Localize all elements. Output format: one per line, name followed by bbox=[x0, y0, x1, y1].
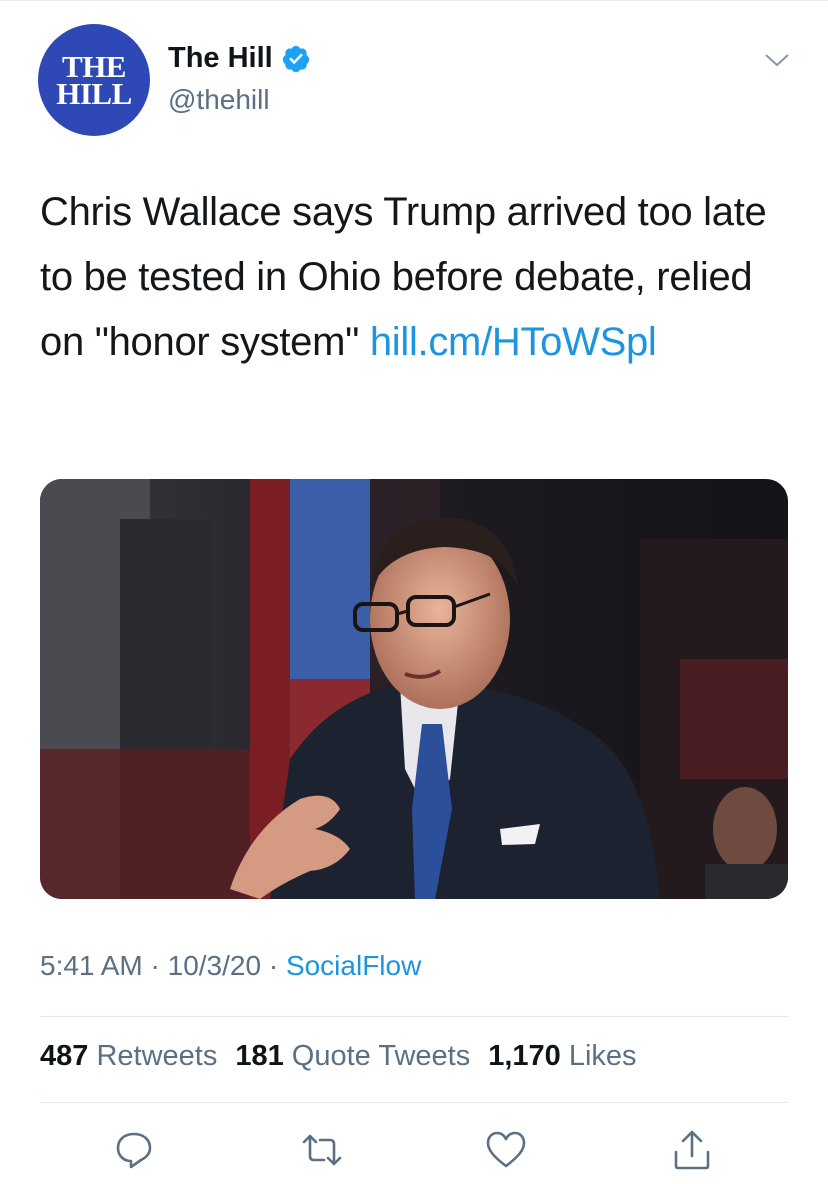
quote-tweets-label: Quote Tweets bbox=[291, 1040, 471, 1072]
likes-label: Likes bbox=[568, 1040, 637, 1072]
photo-image bbox=[40, 479, 788, 899]
top-border bbox=[0, 0, 828, 1]
retweet-icon[interactable] bbox=[300, 1128, 344, 1172]
chevron-down-icon[interactable] bbox=[762, 48, 792, 72]
reply-icon[interactable] bbox=[112, 1128, 156, 1172]
meta-separator: · bbox=[268, 950, 279, 981]
retweets-count: 487 bbox=[40, 1040, 89, 1072]
likes-count: 1,170 bbox=[488, 1040, 561, 1072]
tweet-date[interactable]: 10/3/20 bbox=[168, 950, 261, 981]
quote-tweets-count: 181 bbox=[235, 1040, 284, 1072]
avatar[interactable]: THE HILL bbox=[38, 24, 150, 136]
meta-separator: · bbox=[150, 950, 160, 981]
share-icon[interactable] bbox=[670, 1128, 714, 1172]
tweet-text: Chris Wallace says Trump arrived too lat… bbox=[40, 180, 800, 375]
handle[interactable]: @thehill bbox=[168, 84, 270, 116]
likes-stat[interactable]: 1,170 Likes bbox=[488, 1040, 636, 1072]
like-icon[interactable] bbox=[484, 1128, 528, 1172]
action-bar bbox=[0, 1128, 828, 1172]
divider bbox=[40, 1102, 788, 1103]
retweets-stat[interactable]: 487 Retweets bbox=[40, 1040, 217, 1072]
verified-badge-icon bbox=[282, 45, 309, 72]
retweets-label: Retweets bbox=[96, 1040, 218, 1072]
avatar-text-line2: HILL bbox=[56, 76, 132, 111]
tweet-meta: 5:41 AM · 10/3/20 · SocialFlow bbox=[40, 950, 421, 982]
tweet-stats: 487 Retweets 181 Quote Tweets 1,170 Likes bbox=[40, 1040, 637, 1073]
tweet-source[interactable]: SocialFlow bbox=[286, 950, 421, 981]
quote-tweets-stat[interactable]: 181 Quote Tweets bbox=[235, 1040, 470, 1072]
tweet-photo[interactable] bbox=[40, 479, 788, 899]
tweet-time[interactable]: 5:41 AM bbox=[40, 950, 143, 981]
author-name-row[interactable]: The Hill bbox=[168, 42, 311, 75]
tweet-link[interactable]: hill.cm/HToWSpl bbox=[370, 320, 657, 364]
display-name[interactable]: The Hill bbox=[168, 42, 273, 75]
divider bbox=[40, 1016, 788, 1017]
